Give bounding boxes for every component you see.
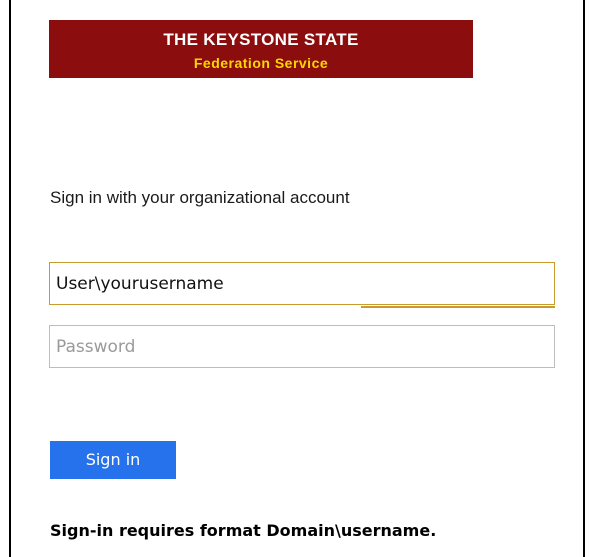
username-focus-underline	[361, 306, 555, 308]
brand-banner: THE KEYSTONE STATE Federation Service	[49, 20, 473, 78]
password-input[interactable]	[49, 325, 555, 368]
format-hint: Sign-in requires format Domain\username.	[50, 521, 437, 540]
banner-title: THE KEYSTONE STATE	[163, 30, 359, 49]
banner-subtitle: Federation Service	[193, 55, 329, 71]
username-input[interactable]	[49, 262, 555, 305]
sign-in-button[interactable]: Sign in	[50, 441, 176, 479]
signin-heading: Sign in with your organizational account	[50, 188, 350, 207]
